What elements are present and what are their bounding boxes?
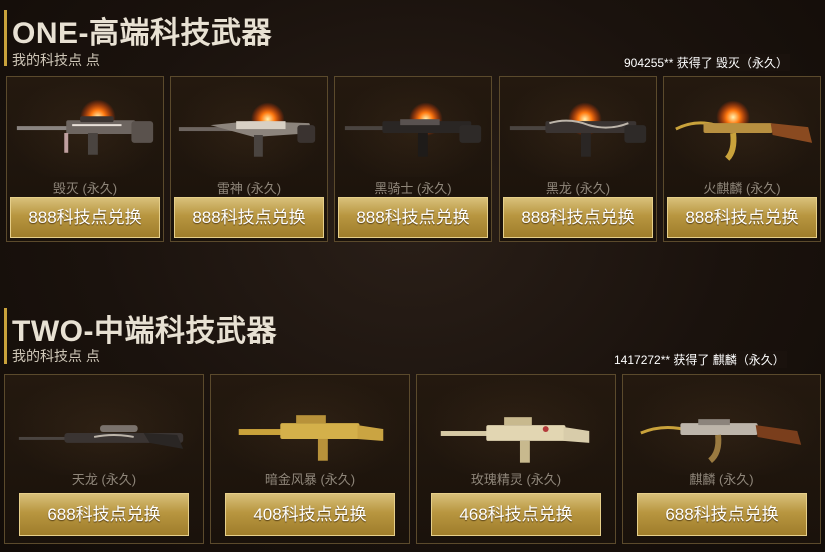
weapon-card: 黑骑士 (永久) 888科技点兑换 [334,76,492,242]
exchange-button[interactable]: 888科技点兑换 [667,197,817,238]
exchange-button[interactable]: 888科技点兑换 [503,197,653,238]
section-mid-end-weapons: TWO-中端科技武器 我的科技点 点 1417272** 获得了 麒麟（永久） … [0,300,825,552]
my-points-label: 我的科技点 点 [12,52,100,68]
weapon-name: 黑骑士 (永久) [374,181,452,196]
section-title-accent-bar [4,308,7,364]
weapon-image-hei-qi-shi [344,102,482,157]
weapon-card: 玫瑰精灵 (永久) 468科技点兑换 [416,374,616,544]
weapon-card: 雷神 (永久) 888科技点兑换 [170,76,328,242]
weapon-name: 雷神 (永久) [216,181,282,196]
weapon-name: 暗金风暴 (永久) [264,472,356,487]
section-title-accent-bar [4,10,7,66]
my-points-label: 我的科技点 点 [12,348,100,364]
exchange-button[interactable]: 888科技点兑换 [174,197,324,238]
exchange-button[interactable]: 468科技点兑换 [431,493,601,536]
weapon-image-tian-long [18,425,184,449]
weapon-name: 玫瑰精灵 (永久) [470,472,562,487]
weapon-image-an-jin-feng-bao [238,415,384,461]
weapon-image-qi-lin [640,419,802,464]
section-high-end-weapons: ONE-高端科技武器 我的科技点 点 904255** 获得了 毁灭（永久） 毁… [0,0,825,250]
weapon-image-lei-shen [178,102,316,157]
weapon-image-mei-gui-jing-ling [440,417,590,463]
exchange-ticker: 904255** 获得了 毁灭（永久） [622,54,791,71]
weapon-name: 毁灭 (永久) [52,181,118,196]
weapon-name: 黑龙 (永久) [545,181,611,196]
weapon-card: 天龙 (永久) 688科技点兑换 [4,374,204,544]
exchange-button[interactable]: 688科技点兑换 [637,493,807,536]
weapon-card: 暗金风暴 (永久) 408科技点兑换 [210,374,410,544]
section-title: ONE-高端科技武器 [12,17,272,50]
weapon-card: 麒麟 (永久) 688科技点兑换 [622,374,821,544]
weapon-name: 天龙 (永久) [71,472,137,487]
weapon-name: 麒麟 (永久) [689,472,754,487]
weapon-card: 黑龙 (永久) 888科技点兑换 [499,76,657,242]
section-title: TWO-中端科技武器 [12,315,277,348]
exchange-button[interactable]: 408科技点兑换 [225,493,395,536]
weapon-image-huo-qi-lin [675,100,813,161]
weapon-card: 火麒麟 (永久) 888科技点兑换 [663,76,821,242]
weapon-card: 毁灭 (永久) 888科技点兑换 [6,76,164,242]
exchange-button[interactable]: 888科技点兑换 [10,197,160,238]
weapon-name: 火麒麟 (永久) [703,181,781,196]
weapon-image-hui-mie [16,99,154,155]
weapon-image-hei-long [509,102,647,157]
exchange-button[interactable]: 688科技点兑换 [19,493,189,536]
exchange-ticker: 1417272** 获得了 麒麟（永久） [612,351,787,368]
exchange-button[interactable]: 888科技点兑换 [338,197,488,238]
